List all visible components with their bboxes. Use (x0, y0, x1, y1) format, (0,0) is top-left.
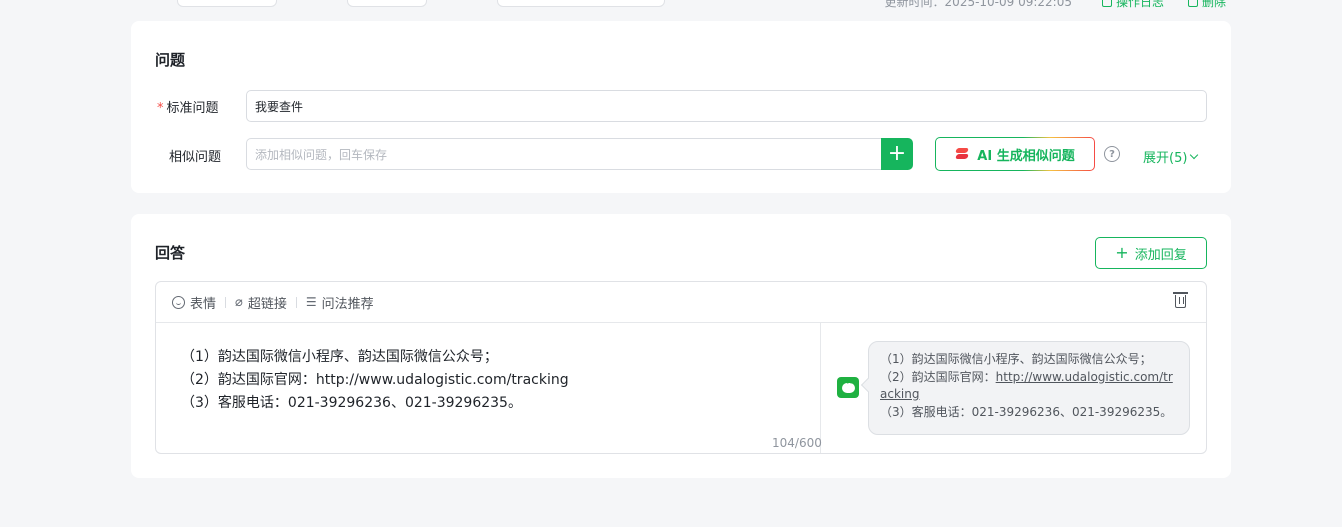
trash-icon[interactable] (1173, 292, 1188, 308)
ai-generate-similar-button[interactable]: AI 生成相似问题 (935, 137, 1095, 171)
toolbar-divider (225, 296, 227, 308)
add-reply-button[interactable]: + 添加回复 (1095, 237, 1207, 269)
ai-generate-label: AI 生成相似问题 (977, 148, 1075, 164)
similar-question-placeholder: 添加相似问题，回车保存 (255, 147, 388, 162)
chevron-down-icon (1190, 150, 1199, 160)
hyperlink-label: 超链接 (247, 296, 287, 312)
answer-line: （1）韵达国际微信小程序、韵达国际微信公众号； (181, 349, 498, 365)
preview-line: （3）客服电话：021-39296236、021-39296235。 (880, 404, 1173, 419)
answer-section-title: 回答 (155, 244, 186, 262)
trash-icon (1188, 0, 1198, 7)
emoji-label: 表情 (190, 296, 217, 312)
filter-field[interactable] (347, 0, 427, 7)
hyperlink-tool[interactable]: ⌀ 超链接 (235, 293, 287, 312)
char-counter: 104/600 (772, 436, 822, 450)
updated-time: 更新时间：2025-10-09 09:22:05 (884, 0, 1072, 9)
preview-line: （2）韵达国际官网：http://www.udalogistic.com/tra… (880, 369, 1179, 404)
answer-text-area[interactable]: （1）韵达国际微信小程序、韵达国际微信公众号； （2）韵达国际官网：http:/… (156, 323, 821, 453)
standard-question-input[interactable]: 我要查件 (246, 90, 1207, 122)
question-recommend-label: 问法推荐 (321, 296, 374, 312)
required-mark: * (157, 101, 164, 116)
emoji-icon (172, 295, 185, 309)
paperclip-icon: ⌀ (235, 294, 243, 310)
log-icon (1102, 0, 1112, 7)
operation-log-label: 操作日志 (1116, 0, 1165, 9)
answer-preview: （1）韵达国际微信小程序、韵达国际微信公众号； （2）韵达国际官网：http:/… (821, 323, 1206, 453)
question-card: 问题 * 标准问题 我要查件 相似问题 添加相似问题，回车保存 + AI 生成相似… (131, 21, 1231, 193)
delete-label: 删除 (1202, 0, 1227, 9)
filter-field[interactable] (177, 0, 277, 7)
standard-question-label-text: 标准问题 (166, 101, 219, 116)
expand-toggle[interactable]: 展开(5) (1143, 147, 1199, 166)
preview-bubble: （1）韵达国际微信小程序、韵达国际微信公众号； （2）韵达国际官网：http:/… (868, 341, 1190, 435)
wechat-icon (837, 377, 859, 398)
preview-line-prefix: （2）韵达国际官网： (880, 369, 996, 384)
operation-log-link[interactable]: 操作日志 (1102, 0, 1164, 10)
similar-question-input[interactable]: 添加相似问题，回车保存 (246, 138, 882, 170)
preview-line: （1）韵达国际微信小程序、韵达国际微信公众号； (880, 352, 1152, 366)
ai-logo-icon (955, 148, 969, 160)
add-reply-label: 添加回复 (1134, 247, 1187, 263)
answer-line: （2）韵达国际官网：http://www.udalogistic.com/tra… (181, 372, 569, 388)
help-icon[interactable]: ? (1104, 146, 1120, 162)
question-recommend-tool[interactable]: ☰ 问法推荐 (306, 293, 374, 312)
top-strip: 更新时间：2025-10-09 09:22:05 操作日志 删除 (0, 0, 1342, 12)
plus-icon: + (1115, 243, 1129, 262)
delete-link[interactable]: 删除 (1188, 0, 1226, 10)
standard-question-label: * 标准问题 (157, 97, 219, 116)
question-section-title: 问题 (155, 51, 186, 69)
emoji-tool[interactable]: 表情 (172, 293, 216, 312)
toolbar-divider (295, 296, 297, 308)
answer-line: （3）客服电话：021-39296236、021-39296235。 (181, 395, 522, 411)
search-list-icon: ☰ (305, 295, 317, 309)
expand-label: 展开(5) (1143, 151, 1188, 166)
answer-card: 回答 + 添加回复 表情 ⌀ 超链接 ☰ 问法推荐 （1）韵达国际微信小程序、韵… (131, 214, 1231, 478)
add-similar-question-button[interactable]: + (881, 138, 913, 170)
answer-editor: 表情 ⌀ 超链接 ☰ 问法推荐 （1）韵达国际微信小程序、韵达国际微信公众号； … (155, 281, 1207, 454)
similar-question-label: 相似问题 (169, 150, 222, 165)
filter-field[interactable] (497, 0, 665, 7)
standard-question-value: 我要查件 (255, 99, 304, 114)
editor-toolbar: 表情 ⌀ 超链接 ☰ 问法推荐 (156, 282, 1206, 323)
